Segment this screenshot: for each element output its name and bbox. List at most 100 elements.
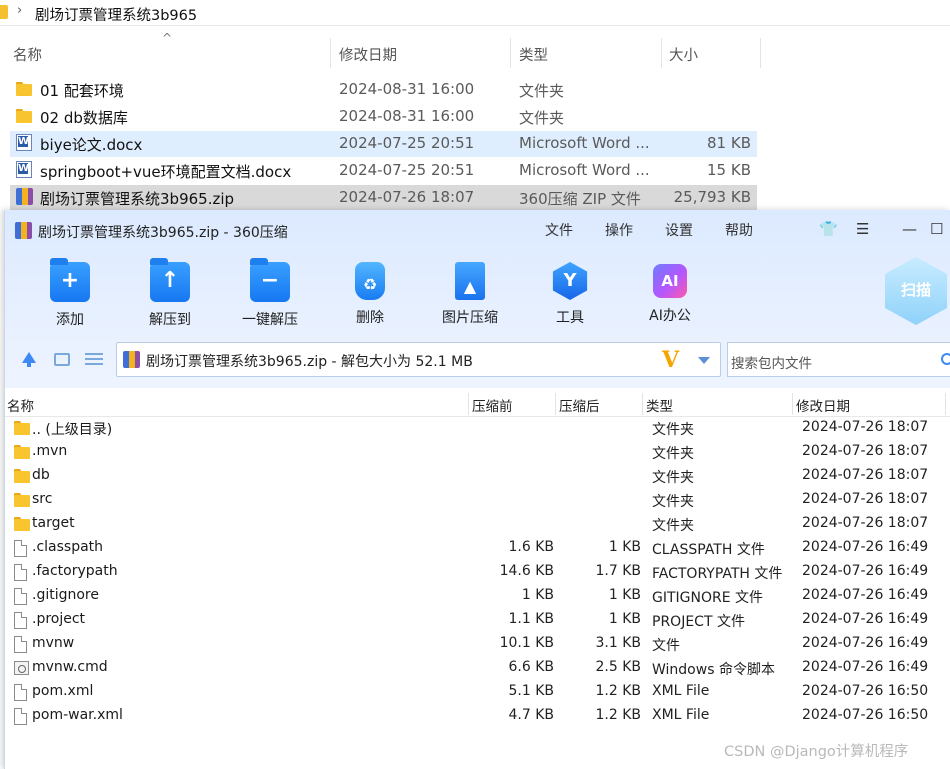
explorer-file-row[interactable]: 01 配套环境 2024-08-31 16:00 文件夹 [10, 77, 757, 103]
column-divider[interactable] [510, 38, 511, 68]
app-logo-icon [15, 222, 32, 239]
explorer-column-headers: ^ 名称 修改日期 类型 大小 [0, 31, 761, 68]
entry-name: target [32, 515, 75, 531]
column-divider[interactable] [330, 38, 331, 68]
toolbar-label: 添加 [56, 312, 84, 328]
column-header-type[interactable]: 类型 [519, 44, 548, 65]
search-icon[interactable] [941, 353, 950, 365]
entry-name: mvnw.cmd [32, 659, 108, 675]
explorer-file-row[interactable]: 02 db数据库 2024-08-31 16:00 文件夹 [10, 104, 757, 130]
archive-file-row[interactable]: db 文件夹 2024-07-26 18:07 [5, 465, 950, 489]
entry-size-after: 1 KB [608, 611, 641, 627]
archive-file-row[interactable]: target 文件夹 2024-07-26 18:07 [5, 513, 950, 537]
entry-date: 2024-07-26 18:07 [802, 443, 929, 459]
zip-window: 剧场订票管理系统3b965.zip - 360压缩 文件 操作 设置 帮助 👕 … [4, 210, 950, 769]
entry-name: .project [32, 611, 86, 627]
column-divider[interactable] [468, 393, 469, 415]
entry-size-after: 1 KB [608, 587, 641, 603]
up-arrow-icon[interactable] [22, 352, 36, 367]
explorer-file-row-selected[interactable]: 剧场订票管理系统3b965.zip 2024-07-26 18:07 360压缩… [10, 185, 757, 211]
entry-name: .classpath [32, 539, 104, 555]
file-name: springboot+vue环境配置文档.docx [40, 163, 292, 181]
archive-file-row[interactable]: .factorypath 14.6 KB 1.7 KB FACTORYPATH 文件 2… [5, 561, 950, 585]
archive-file-row[interactable]: .project 1.1 KB 1 KB PROJECT 文件 2024-07-26 1… [5, 609, 950, 633]
column-header-name[interactable]: 名称 [7, 395, 34, 415]
toolbar-ai-office-button[interactable]: AI AI办公 [630, 262, 710, 325]
file-name: 剧场订票管理系统3b965.zip [40, 190, 235, 208]
column-header-before[interactable]: 压缩前 [472, 395, 513, 415]
column-divider[interactable] [760, 38, 761, 68]
extract-to-icon: ↑ [150, 258, 190, 302]
thumbnail-view-icon[interactable] [54, 353, 70, 366]
minimize-icon[interactable]: — [902, 220, 917, 238]
column-divider[interactable] [555, 393, 556, 415]
scan-button-label[interactable]: 扫描 [887, 279, 945, 300]
skin-shirt-icon[interactable]: 👕 [819, 220, 838, 238]
chevron-right-icon[interactable]: › [17, 3, 22, 18]
column-divider[interactable] [642, 393, 643, 415]
file-name: 02 db数据库 [40, 109, 128, 127]
column-header-name[interactable]: 名称 [13, 44, 42, 65]
toolbar-image-compress-button[interactable]: ▲ 图片压缩 [430, 262, 510, 327]
column-header-type[interactable]: 类型 [646, 395, 673, 415]
folder-icon [0, 5, 8, 19]
column-header-size[interactable]: 大小 [669, 44, 698, 65]
explorer-breadcrumb-bar: › 剧场订票管理系统3b965 [0, 0, 950, 26]
watermark: CSDN @Django计算机程序 [724, 744, 909, 760]
toolbar-one-click-extract-button[interactable]: − 一键解压 [230, 258, 310, 329]
entry-date: 2024-07-26 16:50 [802, 707, 929, 723]
toolbar-extract-to-button[interactable]: ↑ 解压到 [130, 258, 210, 329]
archive-file-row[interactable]: mvnw.cmd 6.6 KB 2.5 KB Windows 命令脚本 2024-07-… [5, 657, 950, 681]
v-logo-icon[interactable]: V [662, 347, 679, 373]
address-bar[interactable]: 剧场订票管理系统3b965.zip - 解包大小为 52.1 MB V [116, 342, 721, 377]
dropdown-arrow-icon[interactable] [698, 357, 710, 364]
entry-size-before: 1.6 KB [508, 539, 555, 555]
archive-file-row[interactable]: .classpath 1.6 KB 1 KB CLASSPATH 文件 2024-07-… [5, 537, 950, 561]
file-size: 15 KB [707, 161, 751, 179]
file-type: 360压缩 ZIP 文件 [519, 190, 641, 208]
menu-help[interactable]: 帮助 [725, 220, 753, 240]
entry-date: 2024-07-26 18:07 [802, 515, 929, 531]
archive-file-row[interactable]: .gitignore 1 KB 1 KB GITIGNORE 文件 2024-07-26… [5, 585, 950, 609]
explorer-file-row[interactable]: biye论文.docx 2024-07-25 20:51 Microsoft W… [10, 131, 757, 157]
column-header-date[interactable]: 修改日期 [796, 395, 850, 415]
archive-file-row[interactable]: mvnw 10.1 KB 3.1 KB 文件 2024-07-26 16:49 [5, 633, 950, 657]
file-size: 81 KB [707, 134, 751, 152]
toolbar-add-button[interactable]: + 添加 [30, 258, 110, 329]
entry-size-after: 1 KB [608, 539, 641, 555]
entry-type: 文件夹 [652, 422, 694, 438]
menu-file[interactable]: 文件 [545, 220, 573, 240]
column-header-date[interactable]: 修改日期 [339, 44, 397, 65]
toolbar-tools-button[interactable]: Y 工具 [530, 262, 610, 327]
list-view-icon[interactable] [85, 353, 103, 366]
archive-file-row[interactable]: .mvn 文件夹 2024-07-26 18:07 [5, 441, 950, 465]
column-divider[interactable] [945, 393, 946, 415]
menu-settings[interactable]: 设置 [665, 220, 693, 240]
entry-size-after: 1.7 KB [595, 563, 642, 579]
archive-file-row[interactable]: pom-war.xml 4.7 KB 1.2 KB XML File 2024-07-2… [5, 705, 950, 729]
entry-type: 文件夹 [652, 518, 694, 534]
entry-name: pom.xml [32, 683, 94, 699]
maximize-icon[interactable]: ☐ [930, 220, 943, 238]
archive-file-row[interactable]: src 文件夹 2024-07-26 18:07 [5, 489, 950, 513]
file-icon [14, 588, 27, 605]
image-compress-icon: ▲ [455, 262, 485, 300]
entry-size-after: 1.2 KB [595, 707, 642, 723]
toolbar-label: AI办公 [649, 308, 691, 324]
search-input[interactable]: 搜索包内文件 [727, 342, 950, 377]
menu-operate[interactable]: 操作 [605, 220, 633, 240]
feedback-icon[interactable]: ☰ [856, 220, 869, 238]
cmd-script-icon [14, 661, 29, 675]
column-divider[interactable] [792, 393, 793, 415]
archive-file-row[interactable]: pom.xml 5.1 KB 1.2 KB XML File 2024-07-26 16… [5, 681, 950, 705]
archive-file-row[interactable]: .. (上级目录) 文件夹 2024-07-26 18:07 [5, 417, 950, 441]
breadcrumb-current-folder[interactable]: 剧场订票管理系统3b965 [35, 4, 197, 25]
entry-date: 2024-07-26 16:49 [802, 611, 929, 627]
column-header-after[interactable]: 压缩后 [559, 395, 600, 415]
toolbar-delete-button[interactable]: ♻ 删除 [330, 262, 410, 327]
entry-size-before: 1.1 KB [508, 611, 555, 627]
folder-icon [14, 469, 30, 483]
entry-size-after: 3.1 KB [595, 635, 642, 651]
column-divider[interactable] [661, 38, 662, 68]
explorer-file-row[interactable]: springboot+vue环境配置文档.docx 2024-07-25 20:… [10, 158, 757, 184]
